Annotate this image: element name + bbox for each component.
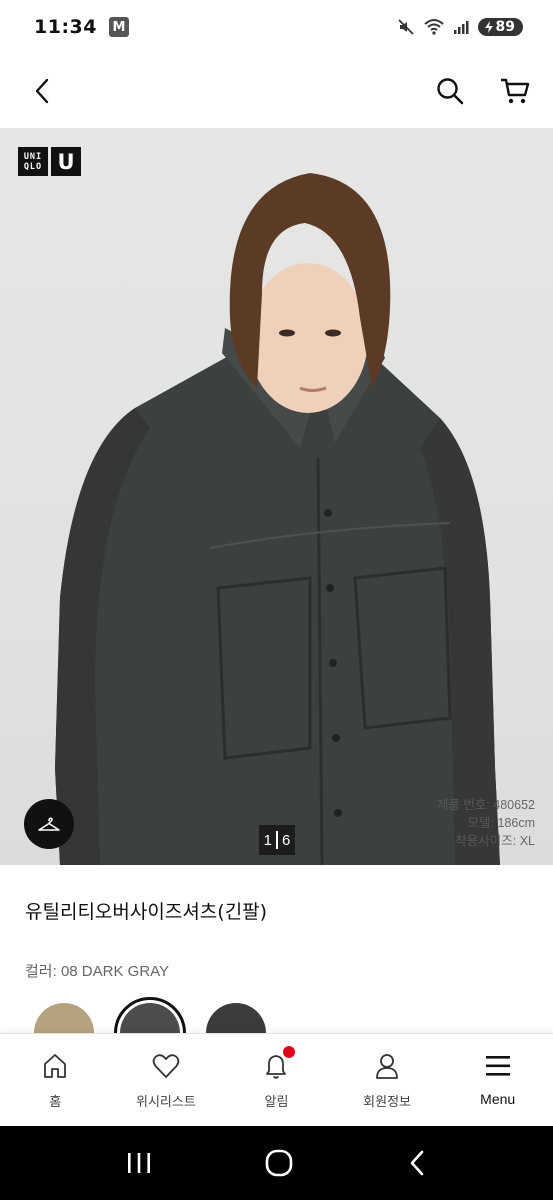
nav-item-home[interactable]: 홈 [0,1034,111,1126]
heart-icon [152,1054,180,1078]
notification-dot [283,1046,296,1058]
logo-text-bottom: QLO [23,161,43,172]
status-bar: 11:34 M 89 [0,0,553,54]
logo-uniqlo-block: UNI QLO [18,147,48,176]
bottom-nav: 홈 위시리스트 알림 회원정보 Menu [0,1033,553,1126]
home-button-icon[interactable] [264,1149,294,1177]
hanger-icon [38,817,60,831]
nav-label-wishlist: 위시리스트 [135,1095,196,1110]
nav-label-menu: Menu [480,1091,516,1107]
logo-u-block: U [51,147,81,176]
nav-item-member[interactable]: 회원정보 [332,1034,443,1126]
mute-icon [397,19,414,35]
battery-level: 89 [495,19,515,35]
nav-item-menu[interactable]: Menu [442,1034,553,1126]
model-info-product-number: 제품 번호: 480652 [436,798,535,812]
logo-text-top: UNI [23,151,43,162]
recent-apps-icon[interactable] [126,1151,152,1175]
hanger-button[interactable] [24,799,74,849]
header-actions [435,76,531,106]
color-label: 컬러: [25,963,57,980]
model-info-size: 착용사이즈: XL [455,834,535,848]
model-info: 제품 번호: 480652 모델: 186cm 착용사이즈: XL [437,796,535,850]
cart-icon[interactable] [499,76,531,106]
nav-label-notifications: 알림 [264,1095,289,1110]
logo-u-text: U [57,149,75,174]
pager-current: 1 [263,831,272,849]
battery-icon: 89 [477,18,523,36]
nav-item-notifications[interactable]: 알림 [221,1034,332,1126]
app-header [0,54,553,128]
menu-icon [485,1056,510,1076]
android-nav-bar [0,1126,553,1200]
chevron-left-icon[interactable] [30,76,56,106]
uniqlo-logo: UNI QLO U [18,147,81,176]
charging-icon [484,21,493,33]
nav-item-wishlist[interactable]: 위시리스트 [111,1034,222,1126]
product-title: 유틸리티오버사이즈셔츠(긴팔) [25,901,268,923]
notification-badge: M [108,17,129,37]
search-icon[interactable] [435,76,465,106]
home-icon [44,1054,67,1078]
image-pager: 1 6 [259,825,295,855]
color-value: 08 DARK GRAY [60,963,170,980]
status-time: 11:34 [34,16,97,38]
status-icons: 89 [397,18,523,36]
color-info: 컬러: 08 DARK GRAY [25,960,169,981]
pager-divider [276,831,278,849]
pager-total: 6 [282,831,291,849]
nav-label-home: 홈 [49,1095,62,1110]
nav-label-member: 회원정보 [363,1095,411,1110]
model-info-height: 모델: 186cm [467,816,535,830]
back-button-icon[interactable] [407,1149,427,1177]
signal-icon [453,21,469,34]
product-image[interactable]: UNI QLO U 1 6 제품 번호: 480652 모델: 186cm 착용… [0,128,553,865]
user-icon [376,1054,398,1079]
wifi-icon [423,19,444,35]
product-photo [55,173,500,865]
